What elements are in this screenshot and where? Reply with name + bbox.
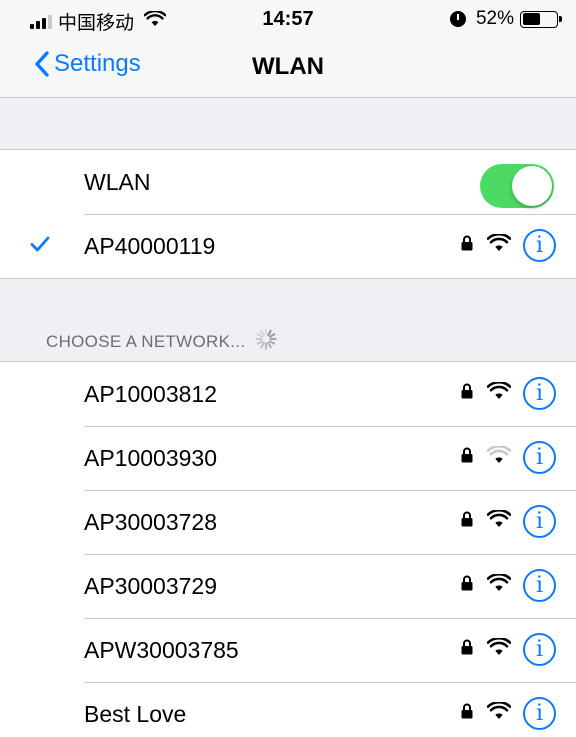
network-accessories: i	[461, 697, 556, 730]
section-header: CHOOSE A NETWORK...	[46, 328, 277, 355]
network-accessories: i	[461, 633, 556, 666]
wifi-icon	[486, 572, 512, 597]
alarm-icon	[449, 11, 466, 27]
status-bar: 中国移动 14:57 52%	[0, 0, 576, 36]
wlan-group: WLAN AP40000119 i	[0, 149, 576, 279]
wifi-icon	[486, 508, 512, 533]
wifi-icon	[486, 380, 512, 405]
network-accessories: i	[461, 505, 556, 538]
wifi-icon	[486, 232, 512, 257]
status-right: 52%	[449, 8, 562, 30]
network-name: AP30003728	[84, 509, 218, 535]
network-name: APW30003785	[84, 637, 239, 663]
lock-icon	[461, 383, 473, 404]
lock-icon	[461, 511, 473, 532]
network-name: AP30003729	[84, 573, 218, 599]
wlan-switch[interactable]	[480, 164, 554, 208]
network-accessories: i	[461, 377, 556, 410]
network-row[interactable]: AP10003930 i	[0, 426, 576, 490]
network-list: AP10003812 i AP10003930 i AP30003728 i A…	[0, 361, 576, 737]
wlan-toggle-row: WLAN	[0, 150, 576, 214]
connected-network-row[interactable]: AP40000119 i	[0, 214, 576, 278]
page-title: WLAN	[252, 53, 324, 80]
network-name: Best Love	[84, 701, 187, 727]
lock-icon	[461, 575, 473, 596]
checkmark-icon	[30, 236, 50, 257]
network-accessories: i	[461, 569, 556, 602]
info-icon[interactable]: i	[523, 569, 556, 602]
loading-spinner-icon	[255, 328, 277, 355]
wlan-label: WLAN	[84, 169, 151, 195]
lock-icon	[461, 703, 473, 724]
info-icon[interactable]: i	[523, 377, 556, 410]
info-icon[interactable]: i	[523, 633, 556, 666]
battery-icon	[520, 10, 562, 28]
wifi-icon	[486, 700, 512, 725]
wifi-icon	[486, 444, 512, 469]
info-icon[interactable]: i	[523, 441, 556, 474]
section-header-label: CHOOSE A NETWORK...	[46, 331, 246, 351]
lock-icon	[461, 447, 473, 468]
network-row[interactable]: APW30003785 i	[0, 618, 576, 682]
switch-knob	[512, 166, 552, 206]
info-icon[interactable]: i	[523, 505, 556, 538]
network-accessories: i	[461, 441, 556, 474]
network-row[interactable]: AP30003729 i	[0, 554, 576, 618]
network-name: AP10003930	[84, 445, 218, 471]
network-name: AP10003812	[84, 381, 218, 407]
network-row[interactable]: Best Love i	[0, 682, 576, 737]
wifi-icon	[486, 636, 512, 661]
lock-icon	[461, 639, 473, 660]
network-row[interactable]: AP10003812 i	[0, 362, 576, 426]
network-row[interactable]: AP30003728 i	[0, 490, 576, 554]
info-icon[interactable]: i	[523, 697, 556, 730]
lock-icon	[461, 235, 473, 256]
network-accessories: i	[461, 229, 556, 262]
info-icon[interactable]: i	[523, 229, 556, 262]
connected-network-name: AP40000119	[84, 233, 216, 259]
battery-percent: 52%	[475, 8, 514, 29]
navigation-bar: Settings WLAN	[0, 36, 576, 98]
